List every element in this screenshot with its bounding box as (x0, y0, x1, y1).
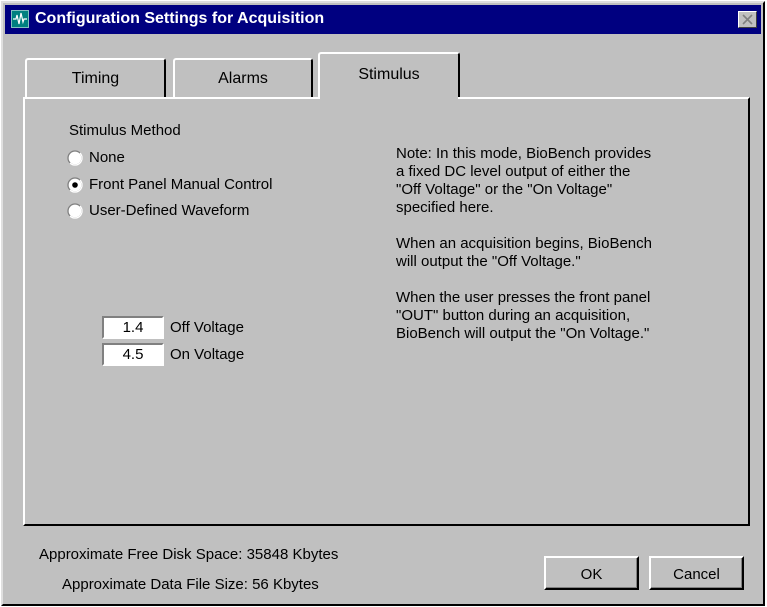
note-line: "Off Voltage" or the "On Voltage" (396, 181, 613, 198)
note-line: BioBench will output the "On Voltage." (396, 325, 650, 342)
off-voltage-input[interactable]: 1.4 (102, 316, 164, 339)
on-voltage-input[interactable]: 4.5 (102, 343, 164, 366)
free-disk-space-readout: Approximate Free Disk Space: 35848 Kbyte… (39, 546, 338, 563)
tab-timing[interactable]: Timing (25, 58, 166, 98)
close-button[interactable] (738, 11, 757, 28)
radio-none-label: None (89, 149, 125, 166)
radio-button-selected-icon[interactable] (67, 177, 83, 193)
radio-user-defined-label: User-Defined Waveform (89, 202, 250, 219)
data-file-size-value: 56 (252, 576, 269, 593)
data-file-size-readout: Approximate Data File Size: 56 Kbytes (62, 576, 319, 593)
note-line: When the user presses the front panel (396, 289, 651, 306)
stimulus-method-label: Stimulus Method (69, 122, 181, 139)
waveform-icon (11, 10, 29, 28)
tab-timing-label: Timing (71, 70, 120, 87)
note-line: Note: In this mode, BioBench provides (396, 145, 652, 162)
radio-button-icon[interactable] (67, 203, 83, 219)
radio-front-panel-label: Front Panel Manual Control (89, 176, 273, 193)
tab-stimulus-label: Stimulus (358, 66, 420, 83)
stimulus-panel: Stimulus Method None Front Panel Manual … (23, 97, 750, 526)
note-line: specified here. (396, 199, 494, 216)
free-disk-space-label: Approximate Free Disk Space: (39, 546, 243, 563)
on-voltage-label: On Voltage (170, 346, 245, 363)
off-voltage-label: Off Voltage (170, 319, 244, 336)
free-disk-space-value: 35848 (246, 546, 289, 563)
tab-alarms[interactable]: Alarms (173, 58, 313, 98)
ok-button[interactable]: OK (544, 556, 639, 590)
close-icon (742, 14, 753, 25)
radio-button-icon[interactable] (67, 150, 83, 166)
note-line: a fixed DC level output of either the (396, 163, 631, 180)
tab-alarms-label: Alarms (218, 70, 268, 87)
window-title: Configuration Settings for Acquisition (35, 10, 325, 27)
note-line: "OUT" button during an acquisition, (396, 307, 631, 324)
note-spacer (396, 271, 716, 289)
free-disk-space-unit: Kbytes (292, 546, 339, 563)
note-line: When an acquisition begins, BioBench (396, 235, 652, 252)
stimulus-note: Note: In this mode, BioBench provides a … (396, 145, 716, 343)
configuration-dialog: Configuration Settings for Acquisition T… (1, 1, 765, 606)
tab-stimulus[interactable]: Stimulus (318, 52, 460, 100)
data-file-size-label: Approximate Data File Size: (62, 576, 248, 593)
note-spacer (396, 217, 716, 235)
cancel-button-label: Cancel (673, 565, 720, 583)
note-line: will output the "Off Voltage." (396, 253, 581, 270)
data-file-size-unit: Kbytes (272, 576, 319, 593)
ok-button-label: OK (580, 565, 603, 583)
cancel-button[interactable]: Cancel (649, 556, 744, 590)
title-bar: Configuration Settings for Acquisition (5, 5, 761, 34)
